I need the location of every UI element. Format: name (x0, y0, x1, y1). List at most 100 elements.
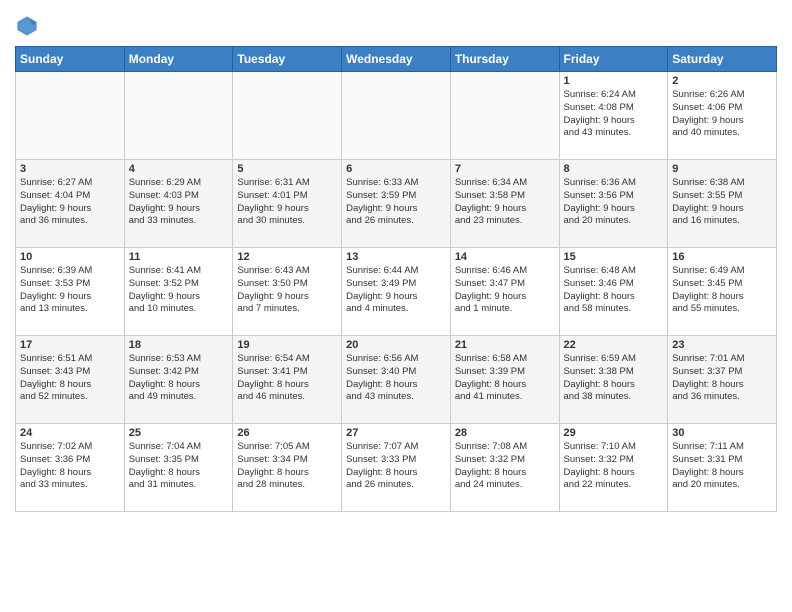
calendar-cell: 14 Sunrise: 6:46 AM Sunset: 3:47 PM Dayli… (450, 248, 559, 336)
calendar-cell: 6 Sunrise: 6:33 AM Sunset: 3:59 PM Daylig… (342, 160, 451, 248)
page: SundayMondayTuesdayWednesdayThursdayFrid… (0, 0, 792, 522)
day-info: Sunrise: 7:08 AM Sunset: 3:32 PM Dayligh… (455, 441, 555, 492)
day-number: 7 (455, 163, 555, 175)
calendar-cell: 17 Sunrise: 6:51 AM Sunset: 3:43 PM Dayli… (16, 336, 125, 424)
day-number: 4 (129, 163, 229, 175)
day-number: 9 (672, 163, 772, 175)
day-info: Sunrise: 6:26 AM Sunset: 4:06 PM Dayligh… (672, 89, 772, 140)
weekday-header-row: SundayMondayTuesdayWednesdayThursdayFrid… (16, 47, 777, 72)
calendar-cell: 5 Sunrise: 6:31 AM Sunset: 4:01 PM Daylig… (233, 160, 342, 248)
calendar-cell: 29Sunrise: 7:10 AM Sunset: 3:32 PM Dayli… (559, 424, 668, 512)
calendar-cell: 26Sunrise: 7:05 AM Sunset: 3:34 PM Dayli… (233, 424, 342, 512)
day-info: Sunrise: 7:05 AM Sunset: 3:34 PM Dayligh… (237, 441, 337, 492)
calendar-cell: 1 Sunrise: 6:24 AM Sunset: 4:08 PM Daylig… (559, 72, 668, 160)
calendar-table: SundayMondayTuesdayWednesdayThursdayFrid… (15, 46, 777, 512)
weekday-header-saturday: Saturday (668, 47, 777, 72)
day-number: 27 (346, 427, 446, 439)
calendar-cell: 28 Sunrise: 7:08 AM Sunset: 3:32 PM Dayli… (450, 424, 559, 512)
day-number: 2 (672, 75, 772, 87)
day-info: Sunrise: 6:58 AM Sunset: 3:39 PM Dayligh… (455, 353, 555, 404)
day-info: Sunrise: 6:36 AM Sunset: 3:56 PM Dayligh… (564, 177, 664, 228)
day-info: Sunrise: 6:33 AM Sunset: 3:59 PM Dayligh… (346, 177, 446, 228)
day-number: 24 (20, 427, 120, 439)
calendar-cell: 24 Sunrise: 7:02 AM Sunset: 3:36 PM Dayli… (16, 424, 125, 512)
logo-icon (15, 14, 39, 38)
day-number: 16 (672, 251, 772, 263)
day-number: 20 (346, 339, 446, 351)
day-info: Sunrise: 6:59 AM Sunset: 3:38 PM Dayligh… (564, 353, 664, 404)
day-info: Sunrise: 6:24 AM Sunset: 4:08 PM Dayligh… (564, 89, 664, 140)
calendar-cell: 10Sunrise: 6:39 AM Sunset: 3:53 PM Dayli… (16, 248, 125, 336)
weekday-header-wednesday: Wednesday (342, 47, 451, 72)
calendar-cell: 21 Sunrise: 6:58 AM Sunset: 3:39 PM Dayli… (450, 336, 559, 424)
day-info: Sunrise: 6:43 AM Sunset: 3:50 PM Dayligh… (237, 265, 337, 316)
day-number: 17 (20, 339, 120, 351)
calendar-week-3: 10Sunrise: 6:39 AM Sunset: 3:53 PM Dayli… (16, 248, 777, 336)
day-info: Sunrise: 6:41 AM Sunset: 3:52 PM Dayligh… (129, 265, 229, 316)
day-info: Sunrise: 7:10 AM Sunset: 3:32 PM Dayligh… (564, 441, 664, 492)
day-info: Sunrise: 6:48 AM Sunset: 3:46 PM Dayligh… (564, 265, 664, 316)
calendar-cell: 23 Sunrise: 7:01 AM Sunset: 3:37 PM Dayli… (668, 336, 777, 424)
day-info: Sunrise: 6:34 AM Sunset: 3:58 PM Dayligh… (455, 177, 555, 228)
day-number: 23 (672, 339, 772, 351)
day-number: 11 (129, 251, 229, 263)
day-number: 14 (455, 251, 555, 263)
day-number: 28 (455, 427, 555, 439)
calendar-cell: 4 Sunrise: 6:29 AM Sunset: 4:03 PM Daylig… (124, 160, 233, 248)
day-info: Sunrise: 6:53 AM Sunset: 3:42 PM Dayligh… (129, 353, 229, 404)
day-info: Sunrise: 7:07 AM Sunset: 3:33 PM Dayligh… (346, 441, 446, 492)
weekday-header-thursday: Thursday (450, 47, 559, 72)
calendar-cell: 3 Sunrise: 6:27 AM Sunset: 4:04 PM Daylig… (16, 160, 125, 248)
day-number: 15 (564, 251, 664, 263)
day-number: 19 (237, 339, 337, 351)
day-number: 22 (564, 339, 664, 351)
day-info: Sunrise: 7:02 AM Sunset: 3:36 PM Dayligh… (20, 441, 120, 492)
calendar-cell: 27 Sunrise: 7:07 AM Sunset: 3:33 PM Dayli… (342, 424, 451, 512)
calendar-cell: 19 Sunrise: 6:54 AM Sunset: 3:41 PM Dayli… (233, 336, 342, 424)
weekday-header-friday: Friday (559, 47, 668, 72)
calendar-week-5: 24 Sunrise: 7:02 AM Sunset: 3:36 PM Dayli… (16, 424, 777, 512)
logo (15, 14, 43, 38)
calendar-cell (233, 72, 342, 160)
calendar-cell: 13 Sunrise: 6:44 AM Sunset: 3:49 PM Dayli… (342, 248, 451, 336)
day-number: 13 (346, 251, 446, 263)
day-number: 6 (346, 163, 446, 175)
day-number: 21 (455, 339, 555, 351)
calendar-cell (124, 72, 233, 160)
day-info: Sunrise: 6:31 AM Sunset: 4:01 PM Dayligh… (237, 177, 337, 228)
header (15, 10, 777, 38)
day-number: 1 (564, 75, 664, 87)
calendar-cell: 11 Sunrise: 6:41 AM Sunset: 3:52 PM Dayli… (124, 248, 233, 336)
calendar-week-1: 1 Sunrise: 6:24 AM Sunset: 4:08 PM Daylig… (16, 72, 777, 160)
day-number: 30 (672, 427, 772, 439)
day-info: Sunrise: 7:04 AM Sunset: 3:35 PM Dayligh… (129, 441, 229, 492)
day-number: 5 (237, 163, 337, 175)
day-info: Sunrise: 6:46 AM Sunset: 3:47 PM Dayligh… (455, 265, 555, 316)
calendar-cell (450, 72, 559, 160)
day-info: Sunrise: 6:38 AM Sunset: 3:55 PM Dayligh… (672, 177, 772, 228)
day-info: Sunrise: 6:39 AM Sunset: 3:53 PM Dayligh… (20, 265, 120, 316)
calendar-cell: 7 Sunrise: 6:34 AM Sunset: 3:58 PM Daylig… (450, 160, 559, 248)
day-info: Sunrise: 7:11 AM Sunset: 3:31 PM Dayligh… (672, 441, 772, 492)
calendar-cell: 15 Sunrise: 6:48 AM Sunset: 3:46 PM Dayli… (559, 248, 668, 336)
calendar-cell: 12 Sunrise: 6:43 AM Sunset: 3:50 PM Dayli… (233, 248, 342, 336)
day-info: Sunrise: 6:54 AM Sunset: 3:41 PM Dayligh… (237, 353, 337, 404)
weekday-header-monday: Monday (124, 47, 233, 72)
calendar-cell: 18Sunrise: 6:53 AM Sunset: 3:42 PM Dayli… (124, 336, 233, 424)
calendar-cell: 8 Sunrise: 6:36 AM Sunset: 3:56 PM Daylig… (559, 160, 668, 248)
day-number: 12 (237, 251, 337, 263)
calendar-cell: 30 Sunrise: 7:11 AM Sunset: 3:31 PM Dayli… (668, 424, 777, 512)
day-info: Sunrise: 6:51 AM Sunset: 3:43 PM Dayligh… (20, 353, 120, 404)
calendar-week-4: 17 Sunrise: 6:51 AM Sunset: 3:43 PM Dayli… (16, 336, 777, 424)
day-info: Sunrise: 6:27 AM Sunset: 4:04 PM Dayligh… (20, 177, 120, 228)
day-number: 3 (20, 163, 120, 175)
calendar-cell: 20Sunrise: 6:56 AM Sunset: 3:40 PM Dayli… (342, 336, 451, 424)
day-info: Sunrise: 6:44 AM Sunset: 3:49 PM Dayligh… (346, 265, 446, 316)
day-info: Sunrise: 6:49 AM Sunset: 3:45 PM Dayligh… (672, 265, 772, 316)
day-info: Sunrise: 7:01 AM Sunset: 3:37 PM Dayligh… (672, 353, 772, 404)
day-info: Sunrise: 6:29 AM Sunset: 4:03 PM Dayligh… (129, 177, 229, 228)
calendar-week-2: 3 Sunrise: 6:27 AM Sunset: 4:04 PM Daylig… (16, 160, 777, 248)
calendar-cell: 2 Sunrise: 6:26 AM Sunset: 4:06 PM Daylig… (668, 72, 777, 160)
day-number: 8 (564, 163, 664, 175)
calendar-cell: 9 Sunrise: 6:38 AM Sunset: 3:55 PM Daylig… (668, 160, 777, 248)
